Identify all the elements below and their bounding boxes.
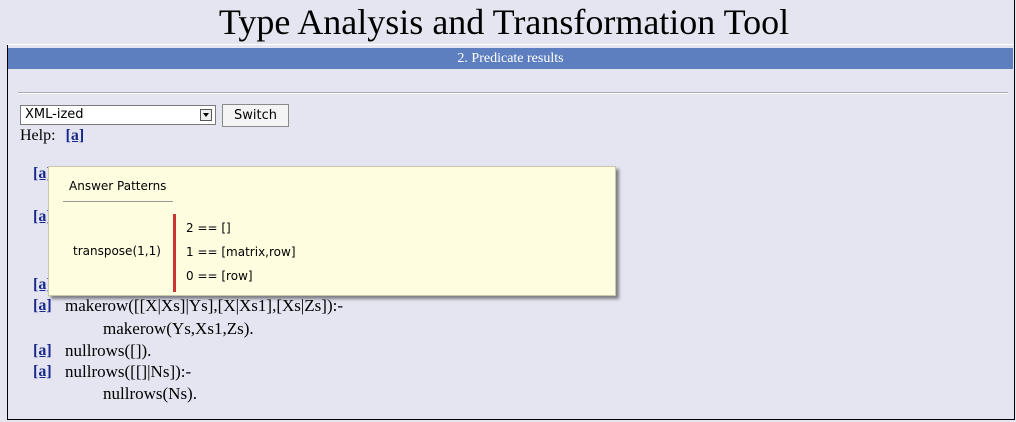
title-divider xyxy=(7,44,1013,45)
help-label: Help: xyxy=(20,127,56,144)
answer-patterns-popup: Answer Patterns transpose(1,1) 2 == [] 1… xyxy=(48,166,616,296)
help-link[interactable]: [a] xyxy=(66,127,85,144)
clause-link-makerow[interactable]: [a] xyxy=(33,296,52,316)
popup-header-divider xyxy=(63,201,173,202)
clause-makerow-head: makerow([[X|Xs]|Ys],[X|Xs1],[Xs|Zs]):- xyxy=(65,296,343,315)
chevron-down-icon[interactable] xyxy=(200,109,212,121)
popup-predicate: transpose(1,1) xyxy=(73,244,161,258)
view-select[interactable]: XML-ized xyxy=(20,105,216,125)
clause-makerow-body: makerow(Ys,Xs1,Zs). xyxy=(103,319,254,338)
section-header: 2. Predicate results xyxy=(8,48,1013,69)
clause-nullrows-fact: nullrows([]). xyxy=(65,341,152,360)
page-title: Type Analysis and Transformation Tool xyxy=(0,0,1008,44)
pattern-row: 0 == [row] xyxy=(186,269,253,283)
pattern-row: 1 == [matrix,row] xyxy=(186,245,296,259)
clause-nullrows-head: nullrows([[]|Ns]):- xyxy=(65,362,192,381)
view-select-value: XML-ized xyxy=(25,107,84,122)
pattern-row: 2 == [] xyxy=(186,221,231,235)
clause-link-nullrows-fact[interactable]: [a] xyxy=(33,341,52,361)
pattern-divider-bar xyxy=(173,214,176,292)
help-line: Help: [a] xyxy=(20,126,84,146)
horizontal-rule xyxy=(18,92,1008,94)
clause-nullrows-body: nullrows(Ns). xyxy=(103,384,197,403)
popup-header: Answer Patterns xyxy=(69,179,167,193)
clause-link-nullrows-rule[interactable]: [a] xyxy=(33,362,52,382)
switch-button[interactable]: Switch xyxy=(222,104,289,127)
